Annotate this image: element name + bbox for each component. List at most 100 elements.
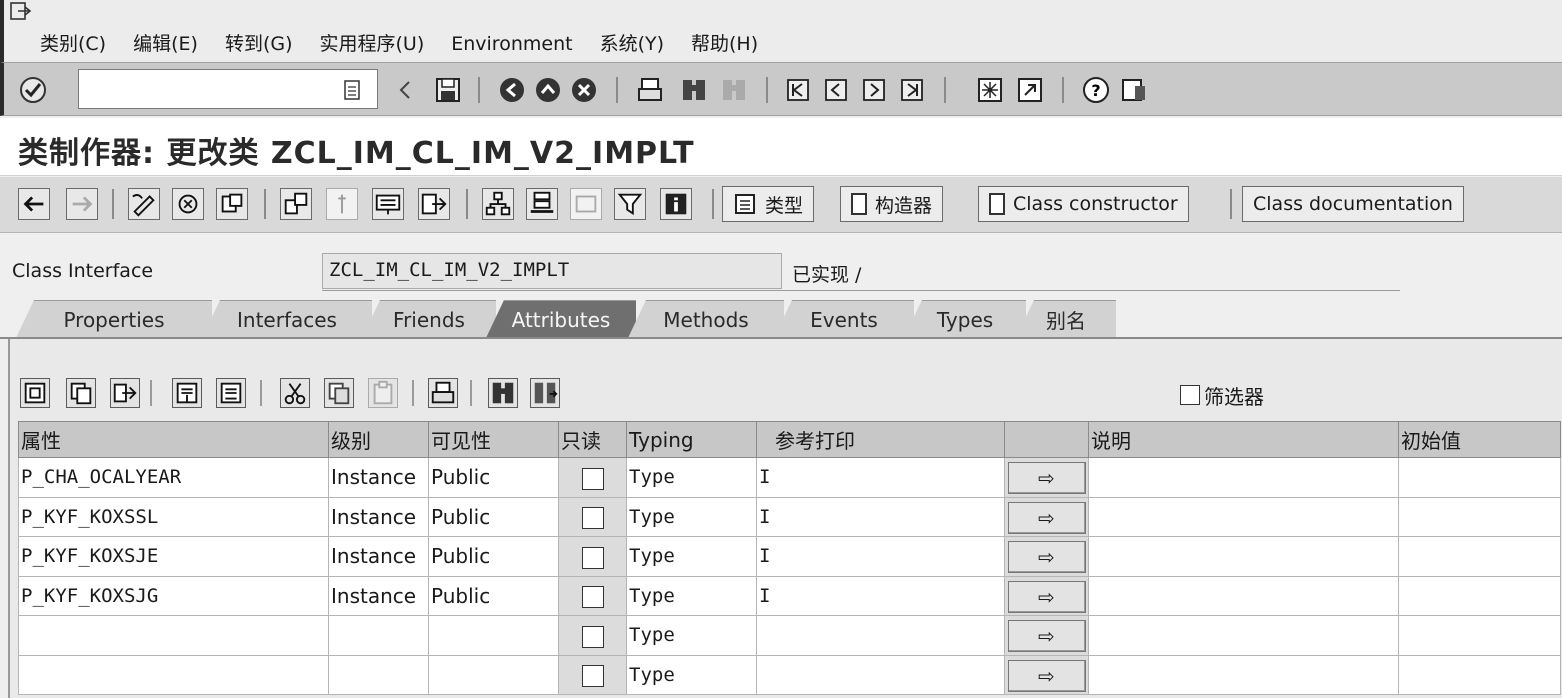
initial-value-cell[interactable] (1398, 654, 1561, 695)
tab-friends[interactable]: Friends (362, 300, 496, 338)
goto-icon[interactable] (110, 378, 140, 408)
typing-cell[interactable]: Type (626, 654, 757, 695)
column-header-initial-value[interactable]: 初始值 (1398, 421, 1561, 458)
enter-icon[interactable] (18, 75, 48, 105)
visibility-cell[interactable]: Public (428, 536, 559, 577)
menu-system[interactable]: 系统(Y) (600, 30, 677, 58)
menu-utilities[interactable]: 实用程序(U) (320, 30, 438, 58)
level-cell[interactable]: Instance (328, 536, 429, 577)
initial-value-cell[interactable] (1398, 536, 1561, 577)
column-header-readonly[interactable]: 只读 (558, 421, 627, 458)
description-cell[interactable] (1088, 536, 1399, 577)
column-header-attribute[interactable]: 属性 (18, 421, 329, 458)
typing-cell[interactable]: Type (626, 615, 757, 656)
tab-properties[interactable]: Properties (16, 300, 212, 338)
attribute-cell[interactable]: P_KYF_KOXSJG (18, 575, 329, 616)
copy-icon[interactable] (324, 378, 354, 408)
exit-icon[interactable] (534, 76, 562, 104)
column-header-level[interactable]: 级别 (328, 421, 429, 458)
first-page-icon[interactable] (784, 76, 812, 104)
new-session-icon[interactable] (976, 76, 1004, 104)
visibility-cell[interactable] (428, 615, 559, 656)
readonly-checkbox[interactable] (581, 665, 604, 687)
insert-row-icon[interactable] (172, 378, 202, 408)
paste-icon[interactable] (368, 378, 398, 408)
collapse-arrow-icon[interactable] (396, 76, 414, 104)
right-arrow-icon[interactable]: ⇨ (1007, 659, 1086, 692)
readonly-checkbox[interactable] (581, 546, 604, 569)
delete-row-icon[interactable] (216, 378, 246, 408)
tab-methods[interactable]: Methods (628, 300, 784, 338)
visibility-cell[interactable]: Public (428, 496, 559, 537)
initial-value-cell[interactable] (1398, 575, 1561, 616)
description-cell[interactable] (1088, 575, 1399, 616)
cancel-icon[interactable] (570, 76, 598, 104)
right-arrow-icon[interactable]: ⇨ (1007, 580, 1086, 613)
attribute-cell[interactable]: P_KYF_KOXSJE (18, 536, 329, 577)
readonly-checkbox[interactable] (581, 507, 604, 529)
tab-aliases[interactable]: 别名 (1016, 300, 1116, 338)
right-arrow-icon[interactable]: ⇨ (1007, 501, 1086, 534)
active-inactive-icon[interactable] (172, 188, 204, 220)
copy-row-icon[interactable] (66, 378, 96, 408)
description-cell[interactable] (1088, 615, 1399, 656)
menu-environment[interactable]: Environment (451, 30, 585, 58)
class-documentation-button[interactable]: Class documentation (1242, 186, 1464, 222)
initial-value-cell[interactable] (1398, 615, 1561, 656)
back-arrow-icon[interactable] (18, 188, 50, 220)
last-page-icon[interactable] (898, 76, 926, 104)
menu-class[interactable]: 类别(C) (40, 30, 119, 58)
column-header-reference-type[interactable]: 参考打印 (756, 421, 1005, 458)
class-interface-field[interactable]: ZCL_IM_CL_IM_V2_IMPLT (322, 253, 782, 289)
menu-goto[interactable]: 转到(G) (225, 30, 306, 58)
tab-attributes[interactable]: Attributes (486, 300, 636, 338)
help-icon[interactable]: ? (1082, 76, 1110, 104)
right-arrow-icon[interactable]: ⇨ (1007, 620, 1086, 653)
visibility-cell[interactable]: Public (428, 457, 559, 498)
print-icon[interactable] (636, 76, 664, 104)
level-cell[interactable]: Instance (328, 496, 429, 537)
level-cell[interactable]: Instance (328, 457, 429, 498)
description-cell[interactable] (1088, 457, 1399, 498)
right-arrow-icon[interactable]: ⇨ (1007, 462, 1086, 495)
print-list-icon[interactable] (428, 378, 458, 408)
attribute-cell[interactable]: P_KYF_KOXSSL (18, 496, 329, 537)
grid-find-next-icon[interactable] (530, 378, 560, 408)
command-field[interactable] (78, 69, 378, 109)
readonly-checkbox[interactable] (581, 467, 604, 490)
detail-view-icon[interactable] (20, 378, 50, 408)
previous-page-icon[interactable] (822, 76, 850, 104)
reference-type-cell[interactable]: I (756, 496, 1005, 537)
check-icon[interactable] (216, 188, 248, 220)
forward-arrow-icon[interactable] (66, 188, 98, 220)
types-button[interactable]: 类型 (722, 186, 815, 222)
tab-types[interactable]: Types (904, 300, 1026, 338)
initial-value-cell[interactable] (1398, 457, 1561, 498)
level-cell[interactable]: Instance (328, 575, 429, 616)
info-icon[interactable] (660, 188, 692, 220)
activate-icon[interactable] (280, 188, 312, 220)
tab-events[interactable]: Events (774, 300, 914, 338)
reference-type-cell[interactable]: I (756, 536, 1005, 577)
level-cell[interactable] (328, 615, 429, 656)
reference-type-cell[interactable] (756, 615, 1005, 656)
next-page-icon[interactable] (860, 76, 888, 104)
readonly-checkbox[interactable] (581, 586, 604, 608)
cut-icon[interactable] (280, 378, 310, 408)
level-cell[interactable] (328, 654, 429, 695)
visibility-cell[interactable]: Public (428, 575, 559, 616)
column-header-visibility[interactable]: 可见性 (428, 421, 559, 458)
attribute-cell[interactable]: P_CHA_OCALYEAR (18, 457, 329, 498)
column-header-description[interactable]: 说明 (1088, 421, 1399, 458)
navigation-icon[interactable] (418, 188, 450, 220)
reference-type-cell[interactable]: I (756, 457, 1005, 498)
initial-value-cell[interactable] (1398, 496, 1561, 537)
column-header-navigate[interactable] (1004, 421, 1089, 458)
find-icon[interactable] (680, 76, 708, 104)
command-history-icon[interactable] (342, 79, 362, 101)
layout-icon[interactable] (1120, 76, 1148, 104)
save-icon[interactable] (434, 76, 462, 104)
column-header-typing[interactable]: Typing (626, 421, 757, 458)
menu-edit[interactable]: 编辑(E) (133, 30, 211, 58)
class-constructor-button[interactable]: Class constructor (978, 186, 1189, 222)
